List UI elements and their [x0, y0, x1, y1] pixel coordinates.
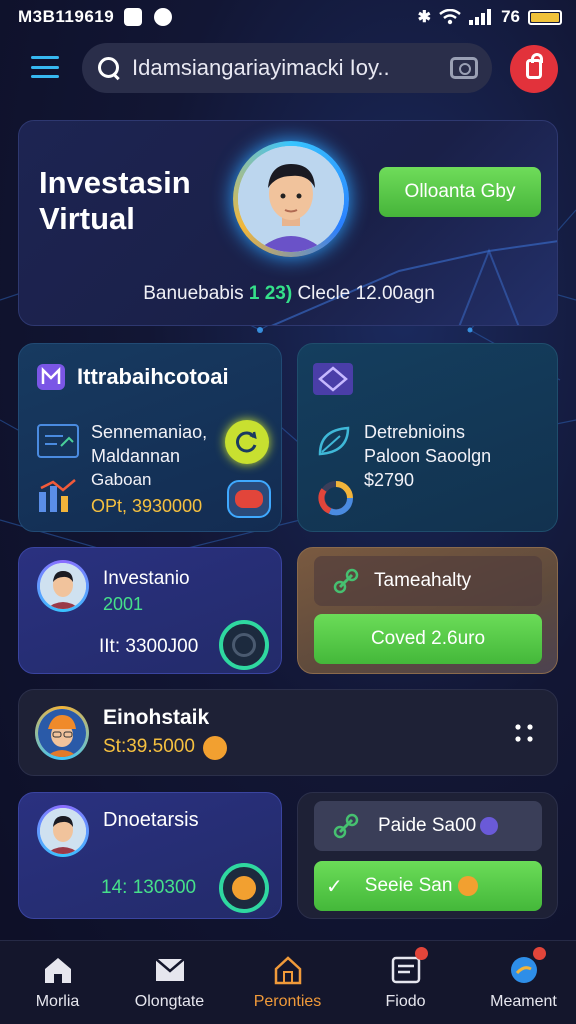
card-paide[interactable]: Paide Sa00 ✓ Seeie San: [297, 792, 558, 919]
diamond-icon: [313, 363, 353, 395]
signal-icon: [469, 9, 492, 25]
alert-button[interactable]: [510, 45, 558, 93]
investanto-name: Investanio: [103, 568, 190, 589]
lock-icon: [526, 53, 543, 79]
search-input[interactable]: Idamsiangariayimacki Ioy..: [132, 55, 442, 81]
card-tameahalty[interactable]: Tameahalty Coved 2.6uro: [297, 547, 558, 674]
wallet-icon[interactable]: [227, 480, 271, 518]
tameahalty-row[interactable]: Tameahalty: [314, 556, 542, 606]
portfolio-line-1: Sennemaniao,: [91, 422, 208, 442]
search-bar[interactable]: Idamsiangariayimacki Ioy..: [82, 43, 492, 93]
document-icon: [37, 424, 79, 458]
dnoetarsis-amount: 14: 130300: [101, 877, 197, 898]
nav-label: Fiodo: [385, 993, 426, 1010]
card-dnoetarsis[interactable]: Dnoetarsis 14: 130300: [18, 792, 282, 919]
portfolio-line-2: Maldannan: [91, 446, 181, 466]
link-icon: [333, 568, 359, 594]
bluetooth-icon: ✱: [417, 9, 432, 26]
paide-button[interactable]: ✓ Seeie San: [314, 861, 542, 911]
investanto-year: 2001: [103, 594, 144, 614]
investor-avatar: [37, 560, 89, 612]
summary-highlight: 1 23): [248, 283, 293, 304]
dnoetarsis-coin-icon[interactable]: [219, 863, 269, 913]
hamburger-menu-button[interactable]: [28, 52, 62, 82]
notification-icon: [124, 8, 142, 26]
news-icon: [390, 947, 428, 985]
tameahalty-label: Tameahalty: [374, 570, 472, 591]
profile-avatar[interactable]: [233, 141, 349, 257]
einohstaik-avatar: [35, 706, 89, 760]
hero-cta-button[interactable]: Olloanta Gby: [379, 167, 541, 217]
paide-button-label: Seeie San: [364, 875, 453, 896]
summary-prefix: Banuebabis: [143, 283, 244, 304]
distribution-value: $2790: [364, 470, 415, 490]
more-options-icon[interactable]: [513, 722, 537, 744]
bar-chart-icon: [39, 479, 76, 512]
paide-row[interactable]: Paide Sa00: [314, 801, 542, 851]
nav-label: Peronties: [253, 993, 322, 1010]
dnoetarsis-name: Dnoetarsis: [103, 809, 199, 831]
card-investanto[interactable]: Investanio 2001 IIt: 3300J00: [18, 547, 282, 674]
link-icon: [333, 813, 359, 839]
nav-moment[interactable]: Meament: [466, 941, 576, 1024]
globe-icon: [508, 947, 546, 985]
notification-badge: [414, 947, 428, 960]
refresh-coin-icon[interactable]: [225, 420, 269, 464]
distribution-line-1: Detrebnioins: [364, 422, 466, 442]
card-title: Ittrabaihcotoai: [77, 364, 229, 389]
einohstaik-amount: St:39.5000: [103, 736, 195, 757]
home-icon: [44, 958, 71, 983]
nav-label: Meament: [490, 993, 557, 1010]
signal-text: 76: [501, 7, 520, 26]
portfolio-value: OPt, 3930000: [91, 496, 203, 516]
status-right: ✱ 76: [418, 7, 562, 27]
paide-badge-icon: [480, 817, 499, 835]
card-distribution[interactable]: Detrebnioins Paloon Saoolgn $2790: [297, 343, 558, 532]
donut-chart-icon: [318, 481, 353, 516]
distribution-line-2: Paloon Saoolgn: [364, 446, 492, 466]
portfolio-line-3: Gaboan: [91, 470, 152, 489]
status-time: M3B119619: [18, 7, 115, 26]
check-icon: ✓: [326, 875, 343, 898]
nav-messages[interactable]: Olongtate: [112, 941, 227, 1024]
hero-card: Investasin Virtual Olloanta Gby Banuebab…: [18, 120, 558, 326]
search-icon: [96, 55, 122, 81]
investanto-amount: IIt: 3300J00: [99, 636, 199, 657]
house-icon: [274, 956, 301, 985]
einohstaik-name: Einohstaik: [103, 706, 210, 729]
card-portfolio[interactable]: Ittrabaihcotoai Sennemaniao, Maldannan G…: [18, 343, 282, 532]
tameahalty-button[interactable]: Coved 2.6uro: [314, 614, 542, 664]
card-einohstaik[interactable]: Einohstaik St:39.5000: [18, 689, 558, 776]
nav-home[interactable]: Morlia: [0, 941, 115, 1024]
dnoetarsis-avatar: [37, 805, 89, 857]
battery-icon: [528, 9, 562, 25]
nav-properties[interactable]: Peronties: [230, 941, 345, 1024]
nav-label: Olongtate: [134, 993, 205, 1010]
mail-icon: [154, 958, 185, 981]
hero-summary: Banuebabis 1 23) Clecle 12.00agn: [19, 283, 557, 305]
paide-label: Paide Sa00: [378, 815, 477, 836]
nav-label: Morlia: [35, 993, 80, 1010]
coin-emoji-icon: [203, 736, 227, 760]
investanto-coin-icon[interactable]: [219, 620, 269, 670]
nav-feed[interactable]: Fiodo: [348, 941, 463, 1024]
coin-emoji-icon: [458, 876, 479, 896]
bottom-nav: Morlia Olongtate Peronties Fiodo Meament: [0, 940, 576, 1024]
portfolio-icon: [37, 364, 65, 390]
status-bar: M3B119619 ✱ 76: [0, 0, 576, 34]
notification-badge: [532, 947, 546, 960]
hero-title: Investasin Virtual: [39, 165, 191, 236]
camera-icon[interactable]: [450, 57, 478, 79]
summary-suffix: Clecle 12.00agn: [297, 283, 435, 304]
wifi-icon: [439, 9, 461, 25]
leaf-icon: [318, 426, 350, 456]
app-icon: [154, 8, 172, 26]
